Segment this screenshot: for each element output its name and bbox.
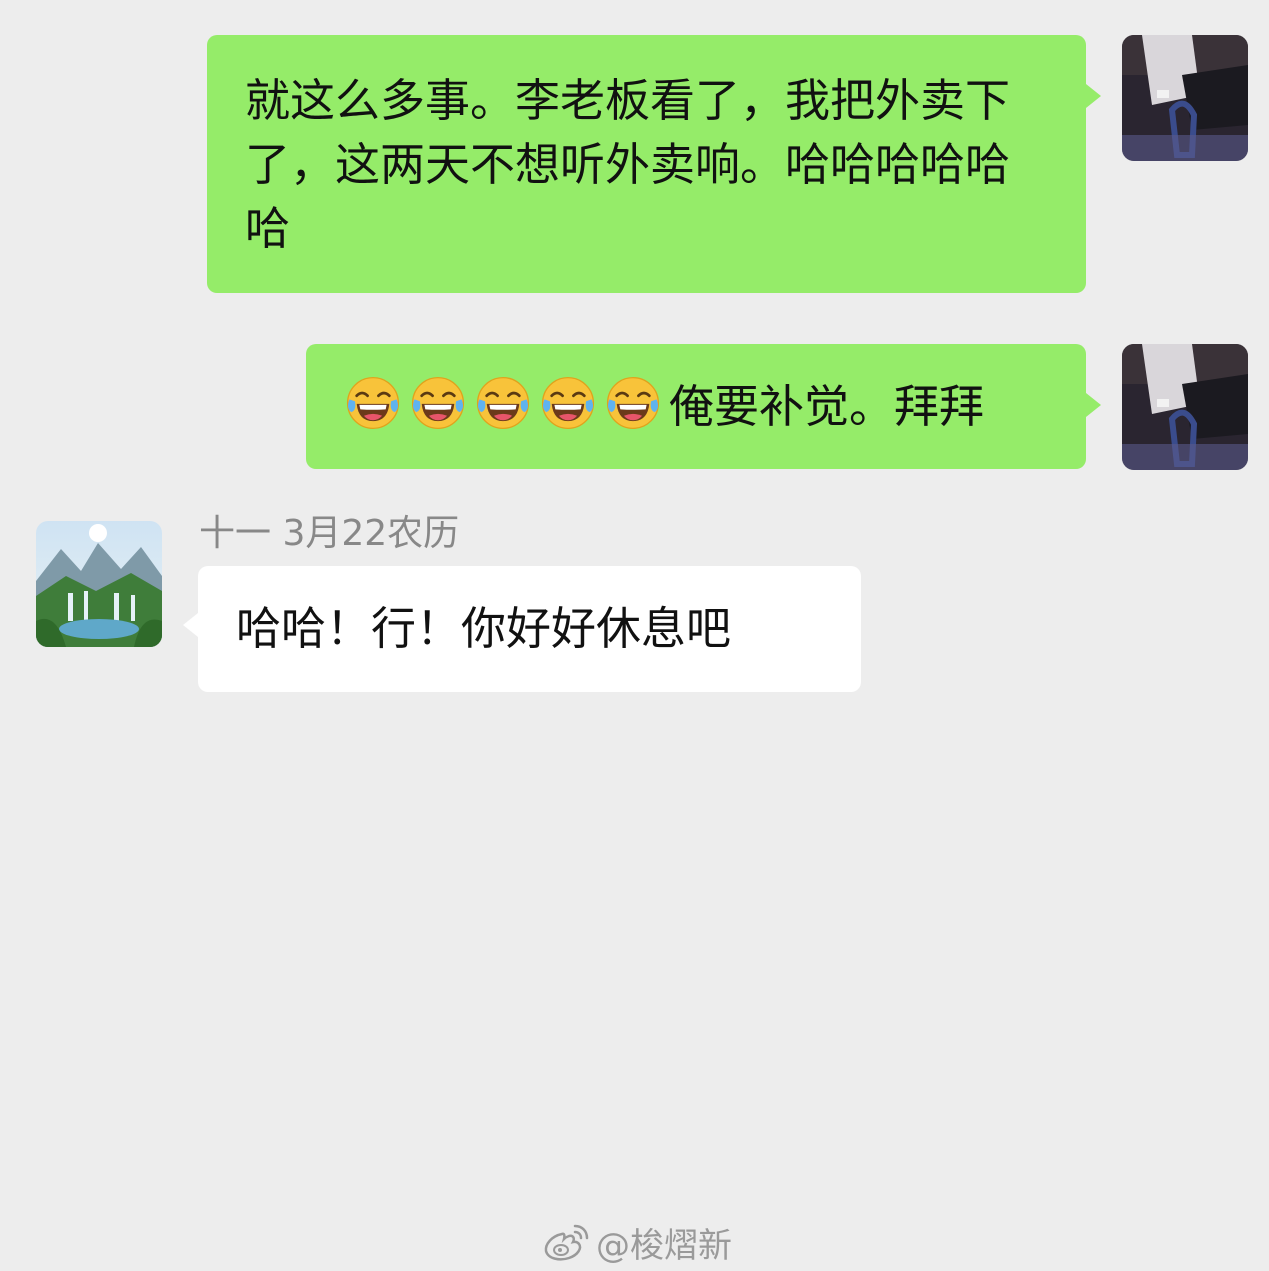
emoji-row xyxy=(344,376,669,433)
self-avatar[interactable] xyxy=(1122,35,1248,161)
incoming-message-bubble[interactable]: 哈哈！行！你好好休息吧 xyxy=(198,566,861,692)
message-text: 哈哈！行！你好好休息吧 xyxy=(236,602,732,655)
message-text: 就这么多事。李老板看了，我把外卖下了，这两天不想听外卖响。哈哈哈哈哈哈 xyxy=(245,74,1011,255)
face-with-tears-of-joy-icon xyxy=(604,374,662,432)
self-avatar[interactable] xyxy=(1122,344,1248,470)
face-with-tears-of-joy-icon xyxy=(409,374,467,432)
sender-name: 十一 3月22农历 xyxy=(199,513,460,554)
bubble-tail xyxy=(1086,84,1101,108)
weibo-watermark: @梭熠新 xyxy=(542,1218,732,1266)
outgoing-message-bubble[interactable]: 俺要补觉。拜拜 xyxy=(306,344,1086,469)
weibo-logo-icon xyxy=(544,1224,589,1261)
bubble-tail xyxy=(1086,393,1101,417)
message-text: 俺要补觉。拜拜 xyxy=(669,380,985,433)
face-with-tears-of-joy-icon xyxy=(539,374,597,432)
contact-avatar[interactable] xyxy=(36,521,162,647)
watermark-text: @梭熠新 xyxy=(596,1225,732,1266)
bubble-tail xyxy=(183,613,198,637)
outgoing-message-bubble[interactable]: 就这么多事。李老板看了，我把外卖下了，这两天不想听外卖响。哈哈哈哈哈哈 xyxy=(207,35,1086,293)
face-with-tears-of-joy-icon xyxy=(344,374,402,432)
face-with-tears-of-joy-icon xyxy=(474,374,532,432)
